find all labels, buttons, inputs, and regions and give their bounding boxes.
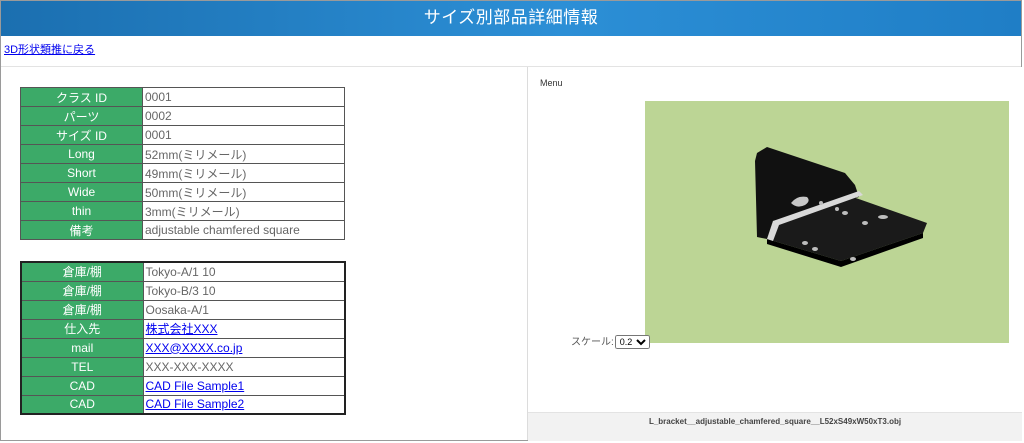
model-viewer-panel: Menu スケール: 0.2 L_bracket__adjustable_cham… (527, 67, 1022, 441)
spec-key: thin (20, 201, 143, 221)
stock-value: XXX@XXXX.co.jp (142, 337, 346, 358)
bracket-hole (812, 247, 818, 251)
spec-value: 0001 (142, 125, 345, 145)
scale-control: スケール: 0.2 (571, 333, 650, 349)
spec-key: Wide (20, 182, 143, 202)
bracket-hole (835, 207, 839, 211)
menu-label[interactable]: Menu (540, 78, 563, 88)
bracket-hole (802, 241, 808, 245)
spec-value: 0002 (142, 106, 345, 126)
stock-key: 仕入先 (20, 318, 144, 339)
scale-select[interactable]: 0.2 (614, 335, 650, 349)
scale-label: スケール: (571, 337, 614, 348)
bracket-hole (850, 257, 856, 261)
stock-value: CAD File Sample2 (142, 394, 346, 415)
mail-link[interactable]: XXX@XXXX.co.jp (146, 341, 243, 355)
spec-table: クラス ID 0001 パーツ 0002 サイズ ID 0001 Long 52… (20, 87, 345, 240)
bracket-hole (878, 215, 888, 219)
stock-table: 倉庫/棚 Tokyo-A/1 10 倉庫/棚 Tokyo-B/3 10 倉庫/棚… (20, 261, 346, 415)
bracket-hole (819, 201, 823, 205)
table-row: 仕入先 株式会社XXX (20, 318, 346, 339)
table-row: mail XXX@XXXX.co.jp (20, 337, 346, 358)
table-row: 倉庫/棚 Tokyo-B/3 10 (20, 280, 346, 301)
spec-value: 49mm(ミリメール) (142, 163, 345, 183)
table-row: Short 49mm(ミリメール) (20, 163, 345, 183)
table-row: thin 3mm(ミリメール) (20, 201, 345, 221)
cad-file-link[interactable]: CAD File Sample1 (146, 379, 245, 393)
spec-value: adjustable chamfered square (142, 220, 345, 240)
stock-key: CAD (20, 375, 144, 396)
stock-value: Tokyo-B/3 10 (142, 280, 346, 301)
table-row: 倉庫/棚 Tokyo-A/1 10 (20, 261, 346, 282)
bracket-hole (842, 211, 848, 215)
table-row: 倉庫/棚 Oosaka-A/1 (20, 299, 346, 320)
stock-key: CAD (20, 394, 144, 415)
stock-key: 倉庫/棚 (20, 299, 144, 320)
table-row: サイズ ID 0001 (20, 125, 345, 145)
table-row: Wide 50mm(ミリメール) (20, 182, 345, 202)
spec-value: 0001 (142, 87, 345, 107)
spec-key: Short (20, 163, 143, 183)
spec-value: 52mm(ミリメール) (142, 144, 345, 164)
tel-value[interactable]: XXX-XXX-XXXX (142, 356, 346, 377)
stock-key: 倉庫/棚 (20, 280, 144, 301)
stock-key: mail (20, 337, 144, 358)
spec-key: クラス ID (20, 87, 143, 107)
stock-value: Oosaka-A/1 (142, 299, 346, 320)
model-filename: L_bracket__adjustable_chamfered_square__… (528, 412, 1022, 441)
table-row: CAD CAD File Sample1 (20, 375, 346, 396)
table-row: 備考 adjustable chamfered square (20, 220, 345, 240)
stock-value: 株式会社XXX (142, 318, 346, 339)
table-row: クラス ID 0001 (20, 87, 345, 107)
bracket-hole (862, 221, 868, 225)
stock-key: TEL (20, 356, 144, 377)
spec-key: Long (20, 144, 143, 164)
spec-value: 3mm(ミリメール) (142, 201, 345, 221)
stock-value: CAD File Sample1 (142, 375, 346, 396)
table-row: Long 52mm(ミリメール) (20, 144, 345, 164)
spec-value: 50mm(ミリメール) (142, 182, 345, 202)
stock-key: 倉庫/棚 (20, 261, 144, 282)
table-row: TEL XXX-XXX-XXXX (20, 356, 346, 377)
spec-key: パーツ (20, 106, 143, 126)
spec-key: サイズ ID (20, 125, 143, 145)
table-row: パーツ 0002 (20, 106, 345, 126)
stock-value: Tokyo-A/1 10 (142, 261, 346, 282)
l-bracket-model (755, 147, 927, 267)
cad-file-link[interactable]: CAD File Sample2 (146, 397, 245, 411)
3d-viewer-canvas[interactable] (645, 101, 1009, 343)
table-row: CAD CAD File Sample2 (20, 394, 346, 415)
page-title: サイズ別部品詳細情報 (1, 1, 1021, 36)
supplier-link[interactable]: 株式会社XXX (146, 322, 218, 336)
spec-key: 備考 (20, 220, 143, 240)
back-to-3d-search-link[interactable]: 3D形状類推に戻る (4, 41, 95, 57)
